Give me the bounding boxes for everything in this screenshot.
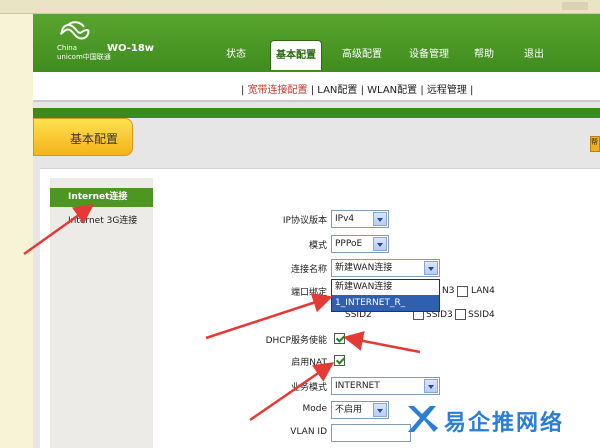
tab-status[interactable]: 状态 (212, 40, 260, 70)
device-model: WO-18w (107, 43, 155, 54)
help-side-tab[interactable]: 帮 (590, 136, 600, 152)
subnav-links: | 宽带连接配置 | LAN配置 | WLAN配置 | 远程管理 | (241, 81, 473, 96)
chevron-down-icon[interactable] (424, 261, 438, 275)
page-title: 基本配置 (70, 132, 119, 146)
sub-navigation: | 宽带连接配置 | LAN配置 | WLAN配置 | 远程管理 | (33, 72, 600, 102)
nat-label: 启用NAT (291, 358, 327, 368)
dhcp-label: DHCP服务使能 (265, 336, 327, 346)
ip-version-label: IP协议版本 (282, 216, 327, 226)
brand-line2: unicom中国联通 (57, 53, 111, 61)
lan4-checkbox[interactable] (457, 286, 468, 297)
connection-name-select[interactable]: 新建WAN连接 (331, 259, 440, 277)
ssid4-checkbox[interactable] (455, 309, 466, 320)
vlan-id-input[interactable] (331, 424, 411, 442)
vlan-id-label: VLAN ID (290, 427, 327, 437)
dropdown-option-new[interactable]: 新建WAN连接 (332, 280, 439, 295)
watermark-text: 易企推网络 (444, 410, 565, 436)
dhcp-checkbox[interactable] (334, 333, 345, 344)
tab-device-management[interactable]: 设备管理 (398, 40, 460, 70)
leftnav-item-internet[interactable]: Internet连接 (50, 188, 153, 207)
lan4-label: LAN4 (471, 286, 495, 296)
connection-name-value: 新建WAN连接 (335, 263, 393, 273)
mode-label: 模式 (308, 241, 327, 251)
tab-logout[interactable]: 退出 (514, 40, 554, 70)
service-mode-select[interactable]: INTERNET (331, 377, 440, 395)
mode2-select[interactable]: 不启用 (331, 401, 389, 419)
brand-line1: China (57, 44, 77, 52)
ip-version-value: IPv4 (335, 214, 355, 224)
dropdown-option-internet[interactable]: 1_INTERNET_R_ (332, 295, 439, 311)
mode-value: PPPoE (335, 239, 363, 249)
window-controls (562, 2, 588, 10)
mode2-value: 不启用 (335, 405, 363, 415)
subnav-current-link[interactable]: 宽带连接配置 (248, 85, 308, 96)
ssid4-label: SSID4 (468, 310, 495, 320)
nat-checkbox[interactable] (334, 355, 345, 366)
browser-top-strip (0, 0, 600, 14)
chevron-down-icon[interactable] (373, 237, 387, 251)
chevron-down-icon[interactable] (373, 212, 387, 226)
service-mode-label: 业务模式 (290, 383, 327, 393)
subnav-other-links[interactable]: | LAN配置 | WLAN配置 | 远程管理 | (308, 85, 474, 96)
chevron-down-icon[interactable] (373, 403, 387, 417)
ip-version-select[interactable]: IPv4 (331, 210, 389, 228)
tab-basic-config[interactable]: 基本配置 (270, 40, 322, 70)
mode-select[interactable]: PPPoE (331, 235, 389, 253)
tab-advanced-config[interactable]: 高级配置 (332, 40, 392, 70)
lan3-label: N3 (442, 286, 455, 296)
leftnav-item-internet-3g[interactable]: Internet 3G连接 (68, 213, 137, 226)
unicom-logo-icon (60, 21, 90, 40)
mode2-label: Mode (302, 404, 327, 414)
connection-name-label: 连接名称 (290, 265, 327, 275)
watermark-logo-icon (408, 406, 438, 432)
service-mode-value: INTERNET (335, 381, 380, 391)
port-binding-label: 端口绑定 (290, 288, 327, 298)
section-green-bar (33, 108, 600, 118)
chevron-down-icon[interactable] (424, 379, 438, 393)
tab-help[interactable]: 帮助 (464, 40, 504, 70)
page-title-tab: 基本配置 (33, 118, 133, 156)
connection-name-dropdown[interactable]: 新建WAN连接 1_INTERNET_R_ (331, 279, 440, 312)
